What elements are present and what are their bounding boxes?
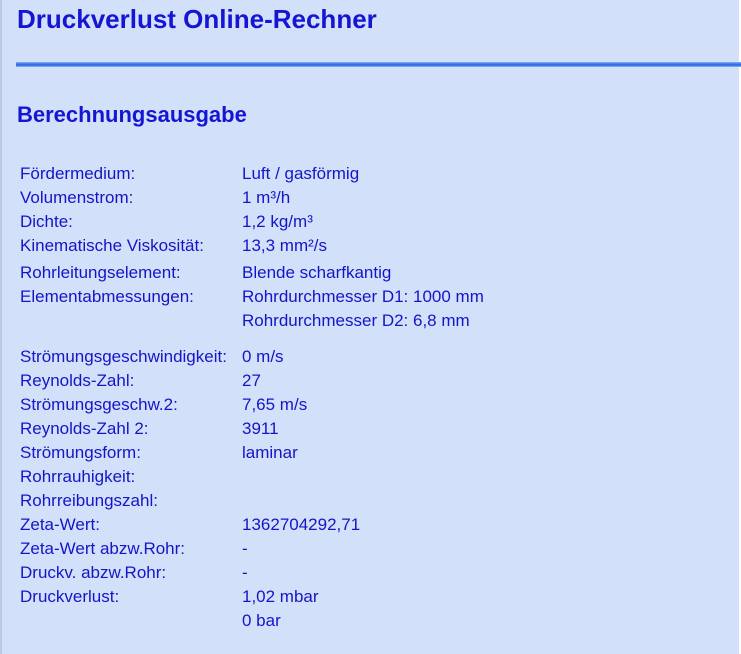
result-row-friction-factor: Rohrreibungszahl: bbox=[20, 490, 620, 512]
result-value: 1362704292,71 bbox=[242, 515, 361, 534]
result-row-dimensions-2: Rohrdurchmesser D2: 6,8 mm bbox=[20, 310, 620, 332]
result-label: Volumenstrom: bbox=[20, 188, 134, 207]
result-value: Rohrdurchmesser D2: 6,8 mm bbox=[242, 311, 470, 330]
result-label: Fördermedium: bbox=[20, 164, 136, 183]
result-row-flow-velocity-2: Strömungsgeschw.2: 7,65 m/s bbox=[20, 394, 620, 416]
section-title-output: Berechnungsausgabe bbox=[17, 102, 247, 127]
result-row-density: Dichte: 1,2 kg/m³ bbox=[20, 211, 620, 233]
result-label: Druckv. abzw.Rohr: bbox=[20, 563, 167, 582]
result-label: Strömungsform: bbox=[20, 443, 141, 462]
result-label: Zeta-Wert: bbox=[20, 515, 100, 534]
page-title: Druckverlust Online-Rechner bbox=[17, 4, 377, 34]
result-label: Reynolds-Zahl: bbox=[20, 371, 135, 390]
result-value: 1 m³/h bbox=[242, 188, 291, 207]
result-value: 0 m/s bbox=[242, 347, 284, 366]
result-row-flow-velocity: Strömungsgeschwindigkeit: 0 m/s bbox=[20, 346, 620, 368]
calculator-panel: Druckverlust Online-Rechner Berechnungsa… bbox=[0, 0, 741, 654]
result-row-viscosity: Kinematische Viskosität: 13,3 mm²/s bbox=[20, 235, 620, 257]
result-row-pressure-loss: Druckverlust: 1,02 mbar bbox=[20, 586, 620, 608]
result-label: Strömungsgeschwindigkeit: bbox=[20, 347, 227, 366]
result-value: 0 bar bbox=[242, 611, 281, 630]
result-row-medium: Fördermedium: Luft / gasförmig bbox=[20, 163, 620, 185]
result-value: Rohrdurchmesser D1: 1000 mm bbox=[242, 287, 484, 306]
result-label: Reynolds-Zahl 2: bbox=[20, 419, 149, 438]
result-row-flow-regime: Strömungsform: laminar bbox=[20, 442, 620, 464]
result-label: Rohrleitungselement: bbox=[20, 263, 181, 282]
result-label: Kinematische Viskosität: bbox=[20, 236, 204, 255]
result-label: Dichte: bbox=[20, 212, 73, 231]
result-row-pressure-loss-branch: Druckv. abzw.Rohr: - bbox=[20, 562, 620, 584]
result-value: 7,65 m/s bbox=[242, 395, 308, 414]
result-row-pressure-loss-bar: 0 bar bbox=[20, 610, 620, 632]
result-label: Zeta-Wert abzw.Rohr: bbox=[20, 539, 186, 558]
result-label: Rohrrauhigkeit: bbox=[20, 467, 136, 486]
result-row-zeta: Zeta-Wert: 1362704292,71 bbox=[20, 514, 620, 536]
result-value: 1,02 mbar bbox=[242, 587, 319, 606]
result-value: - bbox=[242, 539, 248, 558]
result-value: 27 bbox=[242, 371, 261, 390]
result-value: 1,2 kg/m³ bbox=[242, 212, 313, 231]
result-label: Rohrreibungszahl: bbox=[20, 491, 158, 510]
result-value: - bbox=[242, 563, 248, 582]
title-divider bbox=[16, 62, 741, 67]
result-label: Druckverlust: bbox=[20, 587, 120, 606]
result-value: Luft / gasförmig bbox=[242, 164, 360, 183]
result-row-reynolds: Reynolds-Zahl: 27 bbox=[20, 370, 620, 392]
result-row-zeta-branch: Zeta-Wert abzw.Rohr: - bbox=[20, 538, 620, 560]
result-row-volume-flow: Volumenstrom: 1 m³/h bbox=[20, 187, 620, 209]
result-row-dimensions: Elementabmessungen: Rohrdurchmesser D1: … bbox=[20, 286, 620, 308]
result-value: laminar bbox=[242, 443, 298, 462]
result-label: Strömungsgeschw.2: bbox=[20, 395, 178, 414]
result-value: Blende scharfkantig bbox=[242, 263, 392, 282]
result-row-pipe-element: Rohrleitungselement: Blende scharfkantig bbox=[20, 262, 620, 284]
result-value: 13,3 mm²/s bbox=[242, 236, 328, 255]
result-value: 3911 bbox=[242, 419, 279, 438]
result-label: Elementabmessungen: bbox=[20, 287, 194, 306]
result-row-roughness: Rohrrauhigkeit: bbox=[20, 466, 620, 488]
result-row-reynolds-2: Reynolds-Zahl 2: 3911 bbox=[20, 418, 620, 440]
